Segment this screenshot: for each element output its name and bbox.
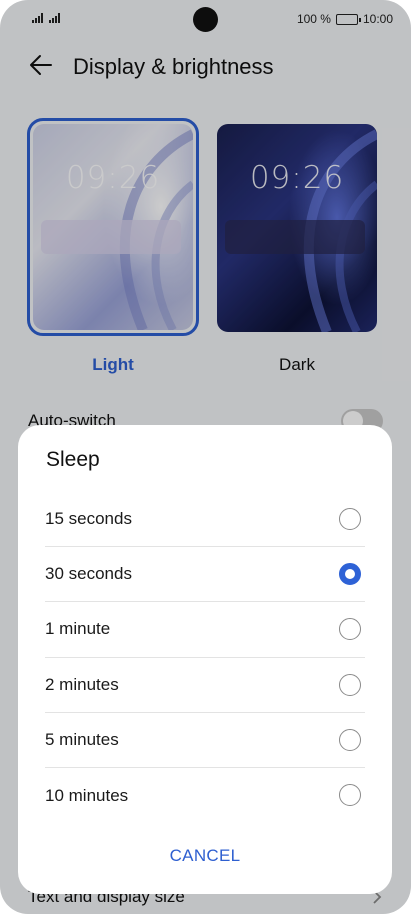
option-label: 1 minute [45, 619, 111, 639]
radio-button[interactable] [339, 618, 361, 641]
sleep-option-15-seconds[interactable]: 15 seconds [45, 492, 365, 548]
option-label: 5 minutes [45, 729, 119, 749]
option-label: 2 minutes [45, 674, 119, 694]
cancel-button[interactable]: CANCEL [18, 846, 392, 866]
radio-button[interactable] [339, 783, 361, 806]
radio-button[interactable] [339, 728, 361, 751]
option-label: 15 seconds [45, 509, 132, 529]
sleep-option-1-minute[interactable]: 1 minute [45, 602, 365, 658]
sleep-dialog: Sleep 15 seconds 30 seconds 1 minute 2 m… [18, 425, 392, 894]
radio-button[interactable] [339, 673, 361, 696]
radio-button-selected[interactable] [339, 563, 361, 586]
option-label: 10 minutes [45, 785, 129, 805]
radio-button[interactable] [339, 508, 361, 530]
phone-screen: 100 % 10:00 Display & brightness 09:26 0… [0, 0, 411, 914]
sleep-option-30-seconds[interactable]: 30 seconds [45, 547, 365, 603]
option-label: 30 seconds [45, 564, 132, 584]
sleep-option-5-minutes[interactable]: 5 minutes [45, 713, 365, 768]
sleep-option-10-minutes[interactable]: 10 minutes [45, 768, 365, 823]
dialog-title: Sleep [46, 448, 100, 471]
sleep-options-list: 15 seconds 30 seconds 1 minute 2 minutes… [45, 492, 365, 823]
sleep-option-2-minutes[interactable]: 2 minutes [45, 658, 365, 713]
